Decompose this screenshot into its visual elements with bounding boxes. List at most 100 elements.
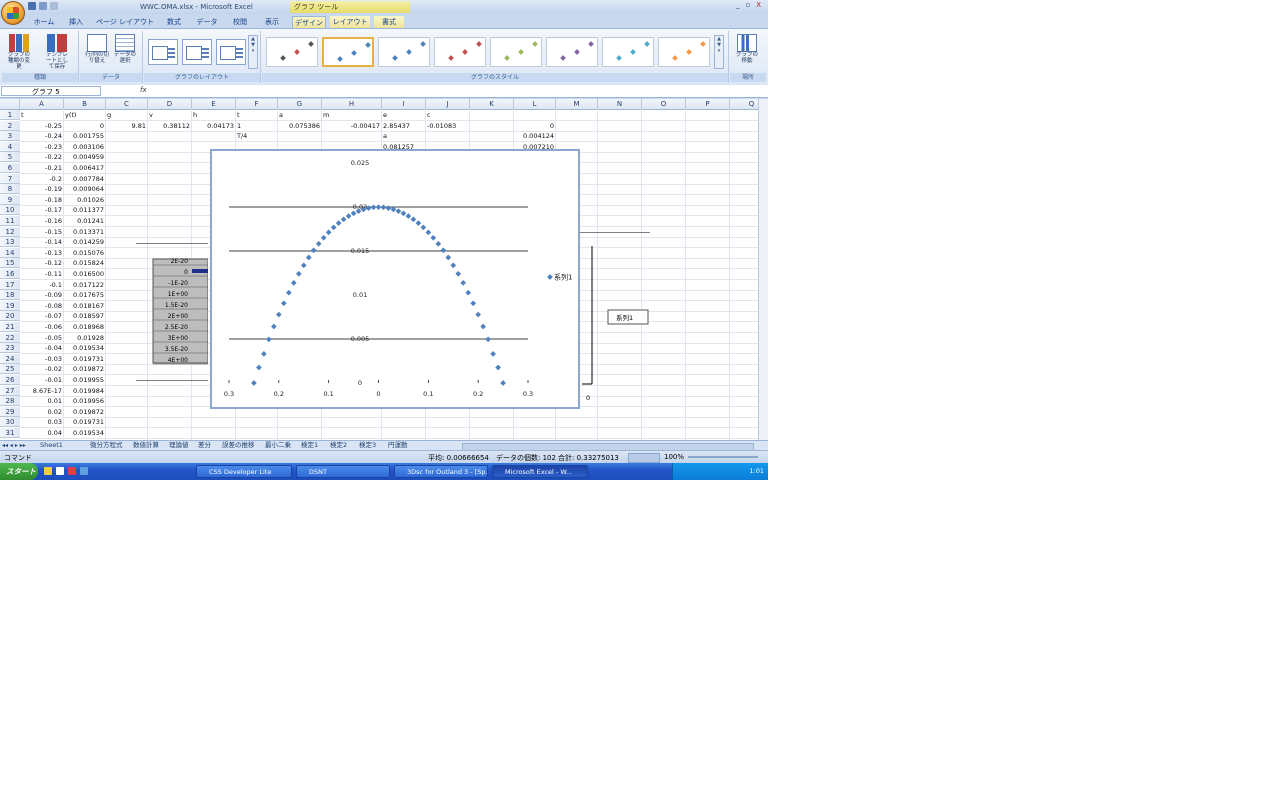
cell-a7[interactable]: -0.2: [21, 174, 62, 184]
cell-a3[interactable]: -0.24: [21, 131, 62, 141]
cell-b4[interactable]: 0.003106: [65, 142, 104, 152]
tab-home[interactable]: ホーム: [30, 16, 58, 28]
chart-style-7[interactable]: [602, 37, 654, 67]
row-header[interactable]: 16: [0, 269, 20, 279]
cell-a28[interactable]: 0.01: [21, 396, 62, 406]
column-header[interactable]: L: [514, 99, 556, 109]
undo-icon[interactable]: [39, 2, 47, 10]
tab-view[interactable]: 表示: [258, 16, 286, 28]
quick-launch-icon[interactable]: [44, 467, 52, 475]
cell-b21[interactable]: 0.018968: [65, 322, 104, 332]
name-box[interactable]: グラフ 5: [1, 86, 101, 96]
cell-h1[interactable]: m: [323, 110, 380, 120]
sheet-tab[interactable]: 検定3: [359, 441, 376, 450]
cell-i1[interactable]: e: [383, 110, 424, 120]
quick-launch-icon[interactable]: [56, 467, 64, 475]
row-header[interactable]: 15: [0, 258, 20, 269]
view-buttons[interactable]: [628, 453, 660, 463]
cell-a13[interactable]: -0.14: [21, 237, 62, 247]
taskbar-item-dsnt[interactable]: DSNT: [296, 465, 390, 478]
cell-f3[interactable]: T/4: [237, 131, 276, 141]
column-header[interactable]: M: [556, 99, 598, 109]
cell-a6[interactable]: -0.21: [21, 163, 62, 173]
cell-b12[interactable]: 0.013371: [65, 227, 104, 237]
column-header[interactable]: J: [426, 99, 470, 109]
chart-layout-1[interactable]: [148, 39, 178, 65]
sheet-tab[interactable]: 数値計算: [133, 441, 159, 450]
row-header[interactable]: 12: [0, 226, 20, 237]
row-header[interactable]: 18: [0, 290, 20, 301]
save-icon[interactable]: [28, 2, 36, 10]
cell-b29[interactable]: 0.019872: [65, 407, 104, 417]
cell-f1[interactable]: t: [237, 110, 276, 120]
row-header[interactable]: 21: [0, 322, 20, 332]
cell-i3[interactable]: a: [383, 131, 424, 141]
cell-g1[interactable]: a: [279, 110, 320, 120]
cell-a8[interactable]: -0.19: [21, 184, 62, 194]
sheet-tab[interactable]: 理論値: [169, 441, 189, 450]
cell-a11[interactable]: -0.16: [21, 216, 62, 226]
switch-row-column-button[interactable]: 行/列の切り替え: [84, 33, 110, 71]
cell-b5[interactable]: 0.004959: [65, 152, 104, 162]
column-header[interactable]: I: [382, 99, 426, 109]
cell-a18[interactable]: -0.09: [21, 290, 62, 300]
row-header[interactable]: 5: [0, 152, 20, 163]
close-button[interactable]: X: [756, 1, 761, 9]
row-header[interactable]: 22: [0, 332, 20, 343]
zoom-level[interactable]: 100%: [664, 453, 684, 461]
column-header[interactable]: A: [20, 99, 64, 109]
cell-b7[interactable]: 0.007784: [65, 174, 104, 184]
tab-formulas[interactable]: 数式: [160, 16, 188, 28]
row-header[interactable]: 2: [0, 120, 20, 131]
sheet-tab[interactable]: 検定1: [301, 441, 318, 450]
sheet-tab[interactable]: 差分: [198, 441, 211, 450]
cell-b19[interactable]: 0.018167: [65, 301, 104, 311]
cell-c1[interactable]: g: [107, 110, 146, 120]
cell-a2[interactable]: -0.25: [21, 121, 62, 131]
row-header[interactable]: 28: [0, 396, 20, 407]
cell-a25[interactable]: -0.02: [21, 364, 62, 374]
row-header[interactable]: 26: [0, 375, 20, 385]
sheet-nav-buttons[interactable]: ◂◂ ◂ ▸ ▸▸: [2, 441, 38, 450]
row-header[interactable]: 1: [0, 110, 20, 120]
row-header[interactable]: 31: [0, 428, 20, 438]
move-chart-button[interactable]: グラフの移動: [734, 33, 760, 71]
chart-style-1[interactable]: [266, 37, 318, 67]
row-header[interactable]: 7: [0, 173, 20, 184]
quick-launch-icon[interactable]: [80, 467, 88, 475]
cell-b9[interactable]: 0.01026: [65, 195, 104, 205]
row-header[interactable]: 30: [0, 417, 20, 428]
cell-a14[interactable]: -0.13: [21, 248, 62, 258]
column-header[interactable]: D: [148, 99, 192, 109]
row-header[interactable]: 11: [0, 216, 20, 226]
tab-insert[interactable]: 挿入: [62, 16, 90, 28]
maximize-button[interactable]: ▫: [746, 1, 751, 9]
cell-a15[interactable]: -0.12: [21, 258, 62, 268]
styles-more-button[interactable]: ▲ ▼ ▾: [714, 35, 724, 69]
cell-i2[interactable]: 2.85437: [383, 121, 424, 131]
sheet-tab[interactable]: 円運動: [388, 441, 408, 450]
column-header[interactable]: Q: [730, 99, 758, 109]
cell-b3[interactable]: 0.001755: [65, 131, 104, 141]
cell-a16[interactable]: -0.11: [21, 269, 62, 279]
cell-a30[interactable]: 0.03: [21, 417, 62, 427]
cell-j2[interactable]: -0.01083: [427, 121, 468, 131]
cell-a12[interactable]: -0.15: [21, 227, 62, 237]
cell-d1[interactable]: v: [149, 110, 190, 120]
cell-b28[interactable]: 0.019956: [65, 396, 104, 406]
cell-b27[interactable]: 0.019984: [65, 386, 104, 396]
column-header[interactable]: E: [192, 99, 236, 109]
office-button[interactable]: [1, 1, 25, 25]
cell-a5[interactable]: -0.22: [21, 152, 62, 162]
taskbar-item-css-developer[interactable]: CSS Developer Lite: [196, 465, 292, 478]
cell-a20[interactable]: -0.07: [21, 311, 62, 321]
layouts-more-button[interactable]: ▲ ▼ ▾: [248, 35, 258, 69]
cell-b13[interactable]: 0.014259: [65, 237, 104, 247]
cell-a4[interactable]: -0.23: [21, 142, 62, 152]
row-header[interactable]: 14: [0, 247, 20, 258]
row-header[interactable]: 19: [0, 300, 20, 311]
scatter-chart[interactable]: 0 0.005 0.01 0.015 0.02 0.025 0.3 0.2 0.1 0 0.1 0.2…: [210, 149, 580, 409]
row-header[interactable]: 27: [0, 385, 20, 396]
tab-data[interactable]: データ: [192, 16, 222, 28]
column-header[interactable]: C: [106, 99, 148, 109]
